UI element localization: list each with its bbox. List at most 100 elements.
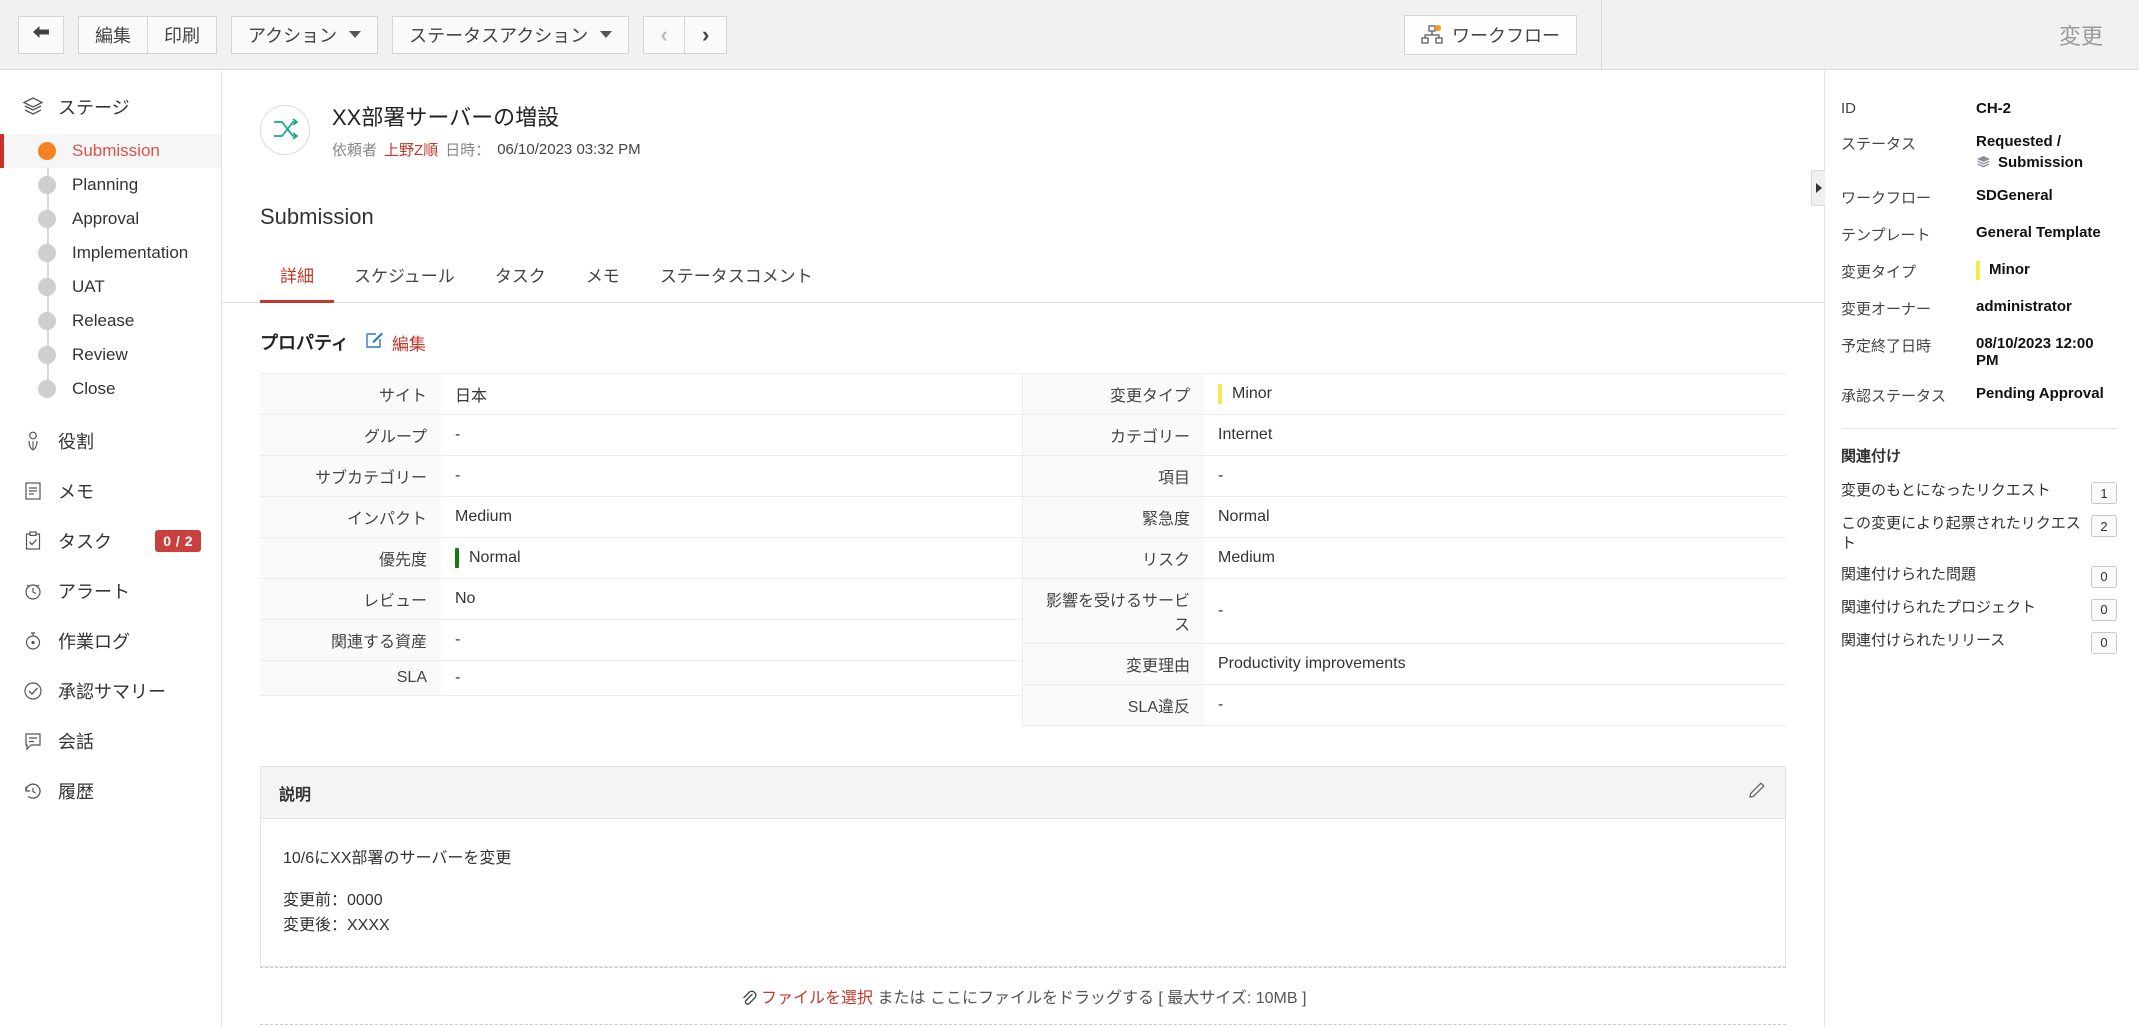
sidebar-item-worklog[interactable]: 作業ログ bbox=[0, 616, 221, 666]
stage-item-approval[interactable]: Approval bbox=[0, 202, 221, 236]
stage-dot-icon bbox=[38, 210, 56, 228]
sidebar-item-history[interactable]: 履歴 bbox=[0, 766, 221, 816]
panel-collapse-handle[interactable] bbox=[1811, 170, 1825, 206]
stage-item-planning[interactable]: Planning bbox=[0, 168, 221, 202]
table-row: 優先度 Normal bbox=[260, 538, 1022, 579]
property-value: Minor bbox=[1232, 385, 1272, 403]
description-panel: 説明 10/6にXX部署のサーバーを変更 変更前：0000 変更後：XXXX bbox=[260, 766, 1786, 967]
requester-name-link[interactable]: 上野Z順 bbox=[384, 139, 438, 160]
property-label: レビュー bbox=[260, 579, 441, 619]
table-row: 影響を受けるサービス - bbox=[1023, 579, 1786, 644]
tab-notes[interactable]: メモ bbox=[566, 250, 640, 303]
detail-row-change-owner: 変更オーナー administrator bbox=[1841, 290, 2117, 327]
stage-dot-icon bbox=[38, 278, 56, 296]
association-label[interactable]: 関連付けられたリリース bbox=[1841, 631, 2081, 651]
detail-row-scheduled-end: 予定終了日時 08/10/2023 12:00 PM bbox=[1841, 327, 2117, 377]
tab-status-comment[interactable]: ステータスコメント bbox=[640, 250, 833, 303]
task-icon bbox=[22, 530, 44, 552]
edit-button[interactable]: 編集 bbox=[78, 16, 148, 54]
association-label[interactable]: 変更のもとになったリクエスト bbox=[1841, 481, 2081, 501]
status-action-dropdown-button[interactable]: ステータスアクション bbox=[392, 16, 629, 54]
record-header-text: XX部署サーバーの増設 依頼者 上野Z順 日時： 06/10/2023 03:3… bbox=[332, 100, 641, 160]
description-edit-pencil-icon[interactable] bbox=[1747, 780, 1767, 805]
property-label: リスク bbox=[1023, 538, 1204, 578]
record-header: XX部署サーバーの増設 依頼者 上野Z順 日時： 06/10/2023 03:3… bbox=[222, 70, 1824, 160]
properties-table: サイト 日本 グループ - サブカテゴリー - インパクト Medium bbox=[260, 373, 1786, 726]
property-label: 優先度 bbox=[260, 538, 441, 578]
stage-dot-icon bbox=[38, 244, 56, 262]
property-value: - bbox=[441, 456, 1022, 496]
association-row-releases[interactable]: 関連付けられたリリース 0 bbox=[1841, 626, 2117, 659]
sidebar-item-alerts[interactable]: アラート bbox=[0, 566, 221, 616]
association-row-projects[interactable]: 関連付けられたプロジェクト 0 bbox=[1841, 593, 2117, 626]
property-label: 項目 bbox=[1023, 456, 1204, 496]
table-row: サブカテゴリー - bbox=[260, 456, 1022, 497]
association-count-badge: 0 bbox=[2091, 599, 2117, 621]
associations-title: 関連付け bbox=[1841, 429, 2117, 476]
stage-item-implementation[interactable]: Implementation bbox=[0, 236, 221, 270]
stage-item-review[interactable]: Review bbox=[0, 338, 221, 372]
arrow-left-icon bbox=[31, 24, 51, 45]
sidebar-item-tasks[interactable]: タスク 0 / 2 bbox=[0, 516, 221, 566]
properties-edit-button[interactable]: 編集 bbox=[365, 330, 426, 355]
detail-row-status: ステータス Requested / Submission bbox=[1841, 125, 2117, 179]
previous-record-button[interactable]: ‹ bbox=[643, 16, 685, 54]
association-row-problems[interactable]: 関連付けられた問題 0 bbox=[1841, 560, 2117, 593]
sidebar-item-approval-summary[interactable]: 承認サマリー bbox=[0, 666, 221, 716]
sidebar-item-label: 役割 bbox=[58, 428, 201, 454]
stage-item-close[interactable]: Close bbox=[0, 372, 221, 406]
stage-item-release[interactable]: Release bbox=[0, 304, 221, 338]
stage-label: Release bbox=[72, 311, 134, 331]
tab-details[interactable]: 詳細 bbox=[260, 250, 334, 303]
association-row-created-requests[interactable]: この変更により起票されたリクエスト 2 bbox=[1841, 509, 2117, 560]
properties-title: プロパティ bbox=[260, 329, 349, 355]
stage-label: Planning bbox=[72, 175, 138, 195]
body-wrapper: ステージ Submission Planning Approval Impl bbox=[0, 70, 2139, 1027]
association-label[interactable]: 関連付けられた問題 bbox=[1841, 565, 2081, 585]
association-label[interactable]: この変更により起票されたリクエスト bbox=[1841, 514, 2081, 555]
association-row-source-request[interactable]: 変更のもとになったリクエスト 1 bbox=[1841, 476, 2117, 509]
workflow-button[interactable]: ワークフロー bbox=[1404, 15, 1577, 55]
page-kind-label: 変更 bbox=[1601, 0, 2121, 69]
property-label: サブカテゴリー bbox=[260, 456, 441, 496]
property-label: 緊急度 bbox=[1023, 497, 1204, 537]
detail-sub-label: Submission bbox=[1998, 154, 2083, 171]
next-record-button[interactable]: › bbox=[685, 16, 727, 54]
property-value-change-type: Minor bbox=[1204, 374, 1786, 414]
change-record-page: 編集 印刷 アクション ステータスアクション ‹ › bbox=[0, 0, 2139, 1027]
property-label: サイト bbox=[260, 374, 441, 414]
detail-label: 変更タイプ bbox=[1841, 261, 1976, 282]
print-button[interactable]: 印刷 bbox=[148, 16, 217, 54]
property-value: Normal bbox=[469, 549, 521, 567]
sidebar-item-conversation[interactable]: 会話 bbox=[0, 716, 221, 766]
stage-item-submission[interactable]: Submission bbox=[0, 134, 221, 168]
file-dropzone[interactable]: ファイルを選択 または ここにファイルをドラッグする [ 最大サイズ: 10MB… bbox=[260, 967, 1786, 1025]
stage-dot-icon bbox=[38, 176, 56, 194]
sidebar-item-role[interactable]: 役割 bbox=[0, 416, 221, 466]
description-body: 10/6にXX部署のサーバーを変更 変更前：0000 変更後：XXXX bbox=[261, 819, 1785, 966]
detail-row-change-type: 変更タイプ Minor bbox=[1841, 253, 2117, 290]
tab-schedule[interactable]: スケジュール bbox=[334, 250, 475, 303]
stage-section-header: ステージ bbox=[0, 84, 221, 130]
sidebar-item-notes[interactable]: メモ bbox=[0, 466, 221, 516]
detail-label: 予定終了日時 bbox=[1841, 335, 1976, 356]
property-label: グループ bbox=[260, 415, 441, 455]
detail-row-id: ID CH-2 bbox=[1841, 92, 2117, 125]
table-row: 緊急度 Normal bbox=[1023, 497, 1786, 538]
alarm-icon bbox=[22, 580, 44, 602]
action-group: アクション bbox=[231, 16, 378, 54]
association-count-badge: 0 bbox=[2091, 632, 2117, 654]
association-label[interactable]: 関連付けられたプロジェクト bbox=[1841, 598, 2081, 618]
table-row: グループ - bbox=[260, 415, 1022, 456]
history-icon bbox=[22, 780, 44, 802]
detail-value: Minor bbox=[1989, 261, 2030, 278]
layers-icon bbox=[1976, 154, 1991, 171]
file-pick-link[interactable]: ファイルを選択 bbox=[761, 990, 873, 1007]
back-button[interactable] bbox=[18, 16, 64, 54]
detail-value-group: Requested / Submission bbox=[1976, 133, 2117, 171]
property-value: - bbox=[441, 415, 1022, 455]
action-dropdown-button[interactable]: アクション bbox=[231, 16, 378, 54]
property-value: Productivity improvements bbox=[1204, 644, 1786, 684]
stage-item-uat[interactable]: UAT bbox=[0, 270, 221, 304]
tab-tasks[interactable]: タスク bbox=[475, 250, 566, 303]
